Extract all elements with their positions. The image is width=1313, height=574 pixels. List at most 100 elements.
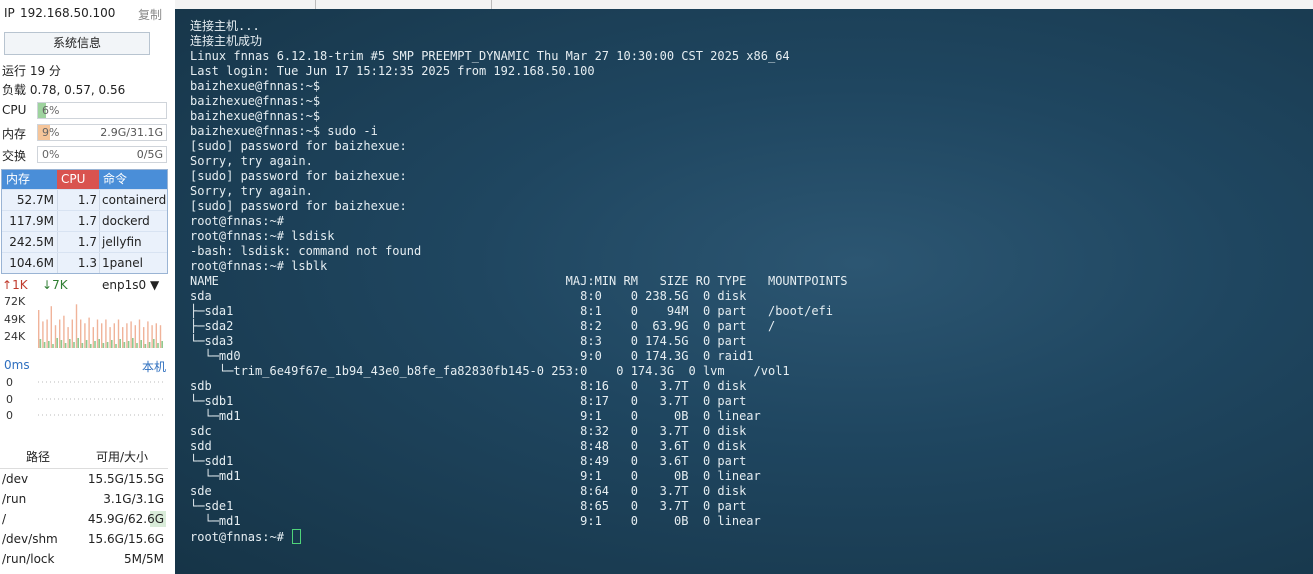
terminal-line: baizhexue@fnnas:~$ <box>190 79 321 93</box>
traffic-download-bar <box>85 340 88 348</box>
terminal-line: -bash: lsdisk: command not found <box>190 244 422 258</box>
disk-row[interactable]: /run 3.1G/3.1G <box>0 489 168 509</box>
process-memory: 242.5M <box>9 235 54 249</box>
traffic-upload-bar <box>159 325 162 348</box>
traffic-upload-bar <box>59 319 61 348</box>
copy-ip-button[interactable]: 复制 <box>138 6 162 23</box>
terminal-line: root@fnnas:~# <box>190 214 284 228</box>
traffic-upload-bar <box>42 321 44 348</box>
process-memory: 117.9M <box>9 214 54 228</box>
process-command: dockerd <box>99 211 167 231</box>
traffic-upload-bar <box>54 325 57 348</box>
process-row[interactable]: 104.6M 1.3 1panel <box>2 252 167 273</box>
process-cpu: 1.7 <box>57 211 99 231</box>
latency-target-link[interactable]: 本机 <box>142 358 166 375</box>
traffic-upload-bar <box>50 306 52 348</box>
disk-size: 3.1G/3.1G <box>76 489 168 509</box>
swap-meter-bar: 0% 0/5G <box>37 146 167 163</box>
terminal-line: sdc 8:32 0 3.7T 0 disk <box>190 424 747 438</box>
upload-speed: ↑1K <box>2 278 28 292</box>
uptime-text: 运行 19 分 <box>2 64 61 78</box>
terminal-line: root@fnnas:~# lsdisk <box>190 229 335 243</box>
terminal-line: Sorry, try again. <box>190 154 313 168</box>
process-row[interactable]: 242.5M 1.7 jellyfin <box>2 231 167 252</box>
terminal-line: baizhexue@fnnas:~$ sudo -i <box>190 124 378 138</box>
disk-size-text: 45.9G/62.6G <box>87 512 164 526</box>
traffic-upload-bar <box>92 327 94 348</box>
disk-row[interactable]: /dev/shm 15.6G/15.6G <box>0 529 168 549</box>
traffic-upload-bar <box>117 319 120 348</box>
disk-size: 5M/5M <box>76 549 168 569</box>
caret-down-icon: ▼ <box>149 278 160 292</box>
traffic-upload-bar <box>113 323 115 348</box>
session-tab[interactable] <box>315 0 492 9</box>
traffic-download-bar <box>140 340 142 348</box>
terminal-line: baizhexue@fnnas:~$ <box>190 109 321 123</box>
disk-row[interactable]: /run/lock 5M/5M <box>0 549 168 569</box>
traffic-download-bar <box>60 340 63 348</box>
disk-size-text: 15.6G/15.6G <box>87 532 164 546</box>
disk-size: 15.5G/15.5G <box>76 469 168 489</box>
process-row[interactable]: 52.7M 1.7 containerd <box>2 189 167 210</box>
traffic-download-bar <box>43 342 46 348</box>
terminal-lines: 连接主机... 连接主机成功 Linux fnnas 6.12.18-trim #5… <box>190 19 847 544</box>
disk-size: 45.9G/62.6G <box>76 509 168 529</box>
process-cpu: 1.3 <box>57 253 99 273</box>
traffic-download-bar <box>148 342 151 348</box>
terminal-line: └─sda3 8:3 0 174.5G 0 part <box>190 334 747 348</box>
terminal-line: └─md1 9:1 0 0B 0 linear <box>190 514 761 528</box>
traffic-upload-bar <box>84 323 86 348</box>
traffic-download-bar <box>64 343 67 348</box>
traffic-download-bar <box>48 341 50 348</box>
traffic-download-bar <box>90 344 92 348</box>
traffic-upload-bar <box>105 319 107 348</box>
traffic-upload-bar <box>151 325 153 348</box>
terminal-line: └─sdd1 8:49 0 3.6T 0 part <box>190 454 747 468</box>
traffic-upload-bar <box>96 319 99 348</box>
process-row[interactable]: 117.9M 1.7 dockerd <box>2 210 167 231</box>
system-info-button[interactable]: 系统信息 <box>4 32 150 55</box>
disk-size-text: 3.1G/3.1G <box>103 492 164 506</box>
sort-by-memory-header[interactable]: 内存 <box>2 170 57 189</box>
swap-meter-label: 交换 <box>2 149 27 163</box>
terminal-line: 连接主机成功 <box>190 34 263 48</box>
disk-path: /dev/shm <box>2 532 58 546</box>
terminal-line: sdd 8:48 0 3.6T 0 disk <box>190 439 747 453</box>
disk-table-header: 路径 可用/大小 <box>0 446 168 469</box>
terminal-line: root@fnnas:~# <box>190 529 847 544</box>
download-speed-value: 7K <box>52 278 68 292</box>
memory-meter-percent: 9% <box>42 126 60 139</box>
traffic-download-bar <box>123 342 126 348</box>
latency-chart: 0 0 0 <box>6 376 166 422</box>
terminal-line: ├─sda2 8:2 0 63.9G 0 part / <box>190 319 776 333</box>
network-y-label: 72K <box>4 295 26 308</box>
sort-by-cpu-header[interactable]: CPU <box>57 170 99 189</box>
traffic-upload-bar <box>67 327 69 348</box>
traffic-upload-bar <box>126 323 128 348</box>
traffic-download-bar <box>161 341 163 348</box>
interface-select[interactable]: enp1s0 ▼ <box>102 278 159 292</box>
traffic-download-bar <box>69 339 71 348</box>
terminal-line: └─md1 9:1 0 0B 0 linear <box>190 469 761 483</box>
traffic-upload-bar <box>80 319 82 348</box>
session-tab[interactable] <box>175 0 316 9</box>
terminal-line: root@fnnas:~# lsblk <box>190 259 328 273</box>
latency-y-label: 0 <box>6 393 13 406</box>
traffic-upload-bar <box>143 327 145 348</box>
disk-row[interactable]: / 45.9G/62.6G <box>0 509 168 529</box>
terminal-output[interactable]: 连接主机... 连接主机成功 Linux fnnas 6.12.18-trim #5… <box>175 9 1313 574</box>
latency-y-label: 0 <box>6 376 13 389</box>
sort-by-command-header[interactable]: 命令 <box>99 170 167 189</box>
network-traffic-bars <box>38 304 163 348</box>
traffic-download-bar <box>77 338 79 348</box>
cpu-meter-label: CPU <box>2 103 27 117</box>
disk-row[interactable]: /dev 15.5G/15.5G <box>0 469 168 489</box>
terminal-line: [sudo] password for baizhexue: <box>190 169 407 183</box>
disk-path: / <box>2 512 7 526</box>
memory-meter-bar: 9% 2.9G/31.1G <box>37 124 167 141</box>
disk-size-text: 15.5G/15.5G <box>87 472 164 486</box>
traffic-download-bar <box>52 344 54 348</box>
process-memory: 104.6M <box>9 256 54 270</box>
disk-path: /run <box>2 492 27 506</box>
terminal-line: NAME MAJ:MIN RM SIZE RO TYPE MOUNTPOINTS <box>190 274 848 288</box>
